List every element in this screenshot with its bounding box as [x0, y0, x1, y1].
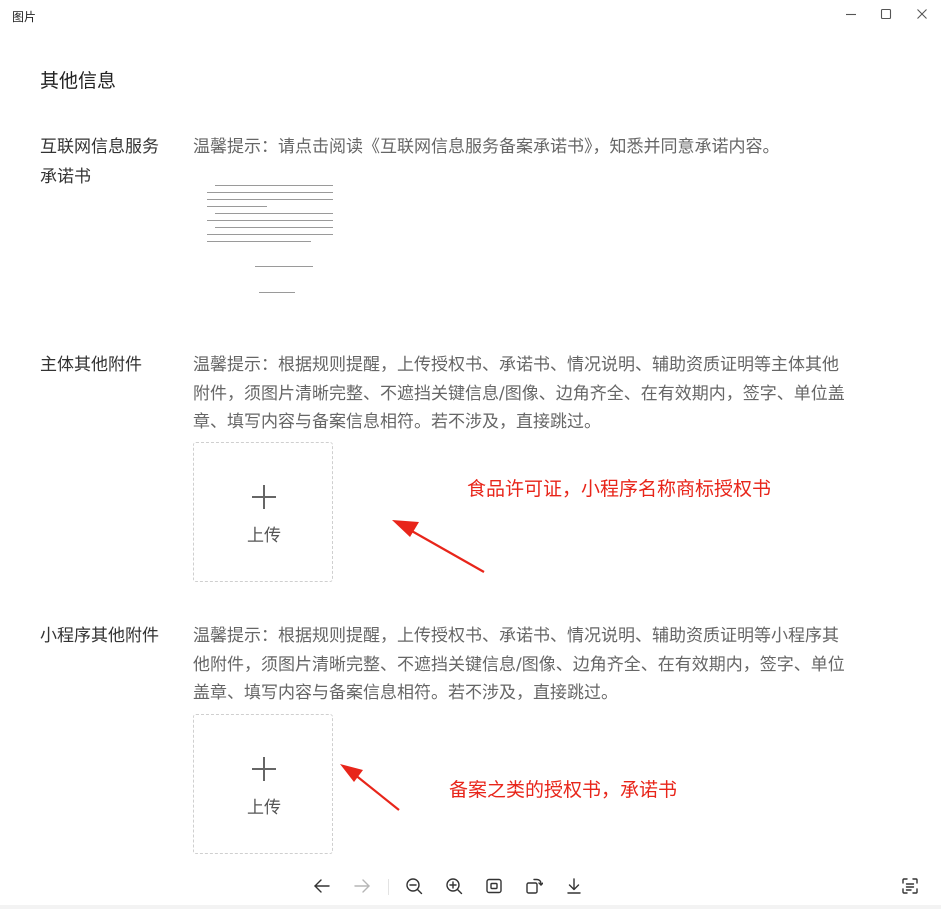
fit-screen-button[interactable]: [482, 874, 506, 898]
arrow-right-icon: [354, 879, 370, 893]
next-button[interactable]: [350, 874, 374, 898]
download-icon: [567, 878, 581, 894]
rotate-icon: [526, 878, 543, 894]
download-button[interactable]: [562, 874, 586, 898]
zoom-out-icon: [406, 878, 423, 895]
fit-screen-icon: [486, 878, 502, 894]
rotate-button[interactable]: [522, 874, 546, 898]
toolbar-divider: [388, 879, 389, 895]
zoom-in-icon: [446, 878, 463, 895]
zoom-in-button[interactable]: [442, 874, 466, 898]
viewer-toolbar: [0, 870, 941, 902]
ocr-scan-button[interactable]: [898, 874, 922, 898]
ocr-scan-icon: [902, 878, 918, 894]
zoom-out-button[interactable]: [402, 874, 426, 898]
previous-button[interactable]: [310, 874, 334, 898]
window-bottom-edge: [0, 905, 941, 909]
annotation-arrow-miniprogram: [340, 764, 400, 811]
arrow-left-icon: [314, 879, 330, 893]
